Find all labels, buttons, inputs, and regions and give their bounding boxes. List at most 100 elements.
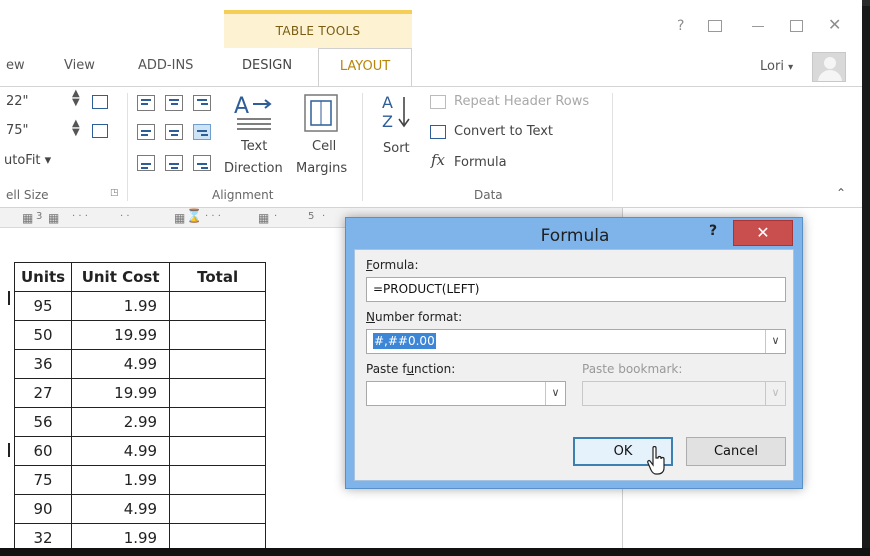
- header-total[interactable]: Total: [169, 262, 267, 292]
- paste-bookmark-label: Paste bookmark:: [582, 362, 683, 376]
- number-format-value: #,##0.00: [373, 333, 436, 349]
- cell-margins-icon: [304, 94, 338, 132]
- units-cell[interactable]: 56: [13, 407, 73, 437]
- unit-cost-cell[interactable]: 2.99: [71, 407, 171, 437]
- cancel-button[interactable]: Cancel: [686, 437, 786, 466]
- units-cell[interactable]: 36: [13, 349, 73, 379]
- total-cell[interactable]: [169, 378, 267, 408]
- paste-function-select[interactable]: ∨: [366, 381, 566, 406]
- tab-layout[interactable]: LAYOUT: [318, 48, 412, 87]
- total-cell[interactable]: [169, 349, 267, 379]
- ruler-column-marker[interactable]: ▦: [48, 211, 59, 225]
- text-direction-icon: A: [234, 94, 272, 130]
- total-cell[interactable]: [169, 407, 267, 437]
- align-bottom-left-button[interactable]: [137, 155, 155, 171]
- avatar[interactable]: [812, 52, 846, 82]
- units-table[interactable]: Units Unit Cost Total 95 1.99 50 19.99 36 4.9…: [13, 262, 267, 548]
- units-cell[interactable]: 50: [13, 320, 73, 350]
- table-row: 50 19.99: [13, 320, 267, 350]
- total-cell[interactable]: [169, 436, 267, 466]
- unit-cost-cell[interactable]: 4.99: [71, 494, 171, 524]
- dialog-launcher-icon[interactable]: ◳: [110, 188, 119, 198]
- svg-text:A: A: [234, 94, 249, 119]
- unit-cost-cell[interactable]: 4.99: [71, 436, 171, 466]
- table-row: 32 1.99: [13, 523, 267, 548]
- ruler-column-marker[interactable]: ▦: [258, 211, 269, 225]
- convert-to-text-label: Convert to Text: [454, 124, 554, 139]
- maximize-icon[interactable]: [790, 20, 803, 32]
- tab-design[interactable]: DESIGN: [242, 58, 292, 73]
- row-height-spinner[interactable]: ▲ ▼: [72, 89, 80, 108]
- number-format-dropdown-icon[interactable]: ∨: [765, 330, 785, 353]
- units-cell[interactable]: 60: [13, 436, 73, 466]
- account-caret-icon: ▾: [788, 62, 794, 73]
- total-cell[interactable]: [169, 523, 267, 548]
- align-center-right-button[interactable]: [193, 124, 211, 140]
- units-cell[interactable]: 75: [13, 465, 73, 495]
- header-units[interactable]: Units: [13, 262, 73, 292]
- autofit-button[interactable]: utoFit ▾: [4, 153, 51, 168]
- ribbon-display-options-icon[interactable]: [708, 20, 722, 32]
- align-top-left-button[interactable]: [137, 95, 155, 111]
- formula-input[interactable]: =PRODUCT(LEFT): [366, 277, 786, 302]
- unit-cost-cell[interactable]: 19.99: [71, 378, 171, 408]
- tab-add-ins[interactable]: ADD-INS: [138, 58, 193, 73]
- unit-cost-cell[interactable]: 1.99: [71, 523, 171, 548]
- ruler-number: 5: [308, 211, 315, 222]
- total-cell[interactable]: [169, 465, 267, 495]
- total-cell[interactable]: [169, 494, 267, 524]
- table-row: 60 4.99: [13, 436, 267, 466]
- ruler-indent-marker[interactable]: ⌛: [186, 209, 202, 224]
- align-bottom-center-button[interactable]: [165, 155, 183, 171]
- close-window-icon[interactable]: ✕: [828, 15, 841, 34]
- minimize-icon[interactable]: [752, 26, 764, 27]
- paste-function-dropdown-icon[interactable]: ∨: [545, 382, 565, 405]
- unit-cost-cell[interactable]: 1.99: [71, 291, 171, 321]
- align-top-right-button[interactable]: [193, 95, 211, 111]
- units-cell[interactable]: 27: [13, 378, 73, 408]
- paste-bookmark-dropdown-icon: ∨: [765, 382, 785, 405]
- dialog-help-icon[interactable]: ?: [709, 223, 717, 239]
- table-row: 36 4.99: [13, 349, 267, 379]
- units-cell[interactable]: 32: [13, 523, 73, 548]
- column-width-value[interactable]: 75": [6, 123, 29, 138]
- alignment-group-label: Alignment: [212, 188, 274, 202]
- total-cell[interactable]: [169, 320, 267, 350]
- cell-margins-label-1: Cell: [312, 139, 337, 154]
- tab-view[interactable]: View: [64, 58, 95, 73]
- dialog-body: Formula: =PRODUCT(LEFT) Number format: #…: [354, 249, 794, 481]
- table-row: 75 1.99: [13, 465, 267, 495]
- table-row: 56 2.99: [13, 407, 267, 437]
- help-icon[interactable]: ?: [677, 18, 684, 34]
- collapse-ribbon-icon[interactable]: ⌃: [836, 186, 846, 200]
- align-center-left-button[interactable]: [137, 124, 155, 140]
- total-cell[interactable]: [169, 291, 267, 321]
- column-width-spinner[interactable]: ▲ ▼: [72, 119, 80, 138]
- convert-to-text-icon: [430, 125, 446, 139]
- ruler-column-marker[interactable]: ▦: [22, 211, 33, 225]
- account-name[interactable]: Lori ▾: [760, 59, 793, 74]
- svg-text:A: A: [382, 93, 393, 112]
- ribbon-tabs: ew View ADD-INS DESIGN LAYOUT: [0, 48, 862, 87]
- number-format-select[interactable]: #,##0.00 ∨: [366, 329, 786, 354]
- ruler-column-marker[interactable]: ▦: [174, 211, 185, 225]
- units-cell[interactable]: 95: [13, 291, 73, 321]
- tab-review-partial[interactable]: ew: [6, 58, 25, 73]
- formula-label: Formula: [454, 155, 507, 170]
- distribute-columns-icon[interactable]: [92, 124, 108, 138]
- align-center-button[interactable]: [165, 124, 183, 140]
- tab-layout-label: LAYOUT: [339, 59, 391, 74]
- formula-field-label: Formula:: [366, 258, 419, 272]
- align-top-center-button[interactable]: [165, 95, 183, 111]
- distribute-rows-icon[interactable]: [92, 95, 108, 109]
- header-unit-cost[interactable]: Unit Cost: [71, 262, 171, 292]
- unit-cost-cell[interactable]: 19.99: [71, 320, 171, 350]
- unit-cost-cell[interactable]: 1.99: [71, 465, 171, 495]
- mouse-cursor-icon: [647, 446, 665, 475]
- units-cell[interactable]: 90: [13, 494, 73, 524]
- align-bottom-right-button[interactable]: [193, 155, 211, 171]
- table-row: 95 1.99: [13, 291, 267, 321]
- dialog-close-button[interactable]: ✕: [733, 220, 793, 246]
- row-height-value[interactable]: 22": [6, 94, 29, 109]
- unit-cost-cell[interactable]: 4.99: [71, 349, 171, 379]
